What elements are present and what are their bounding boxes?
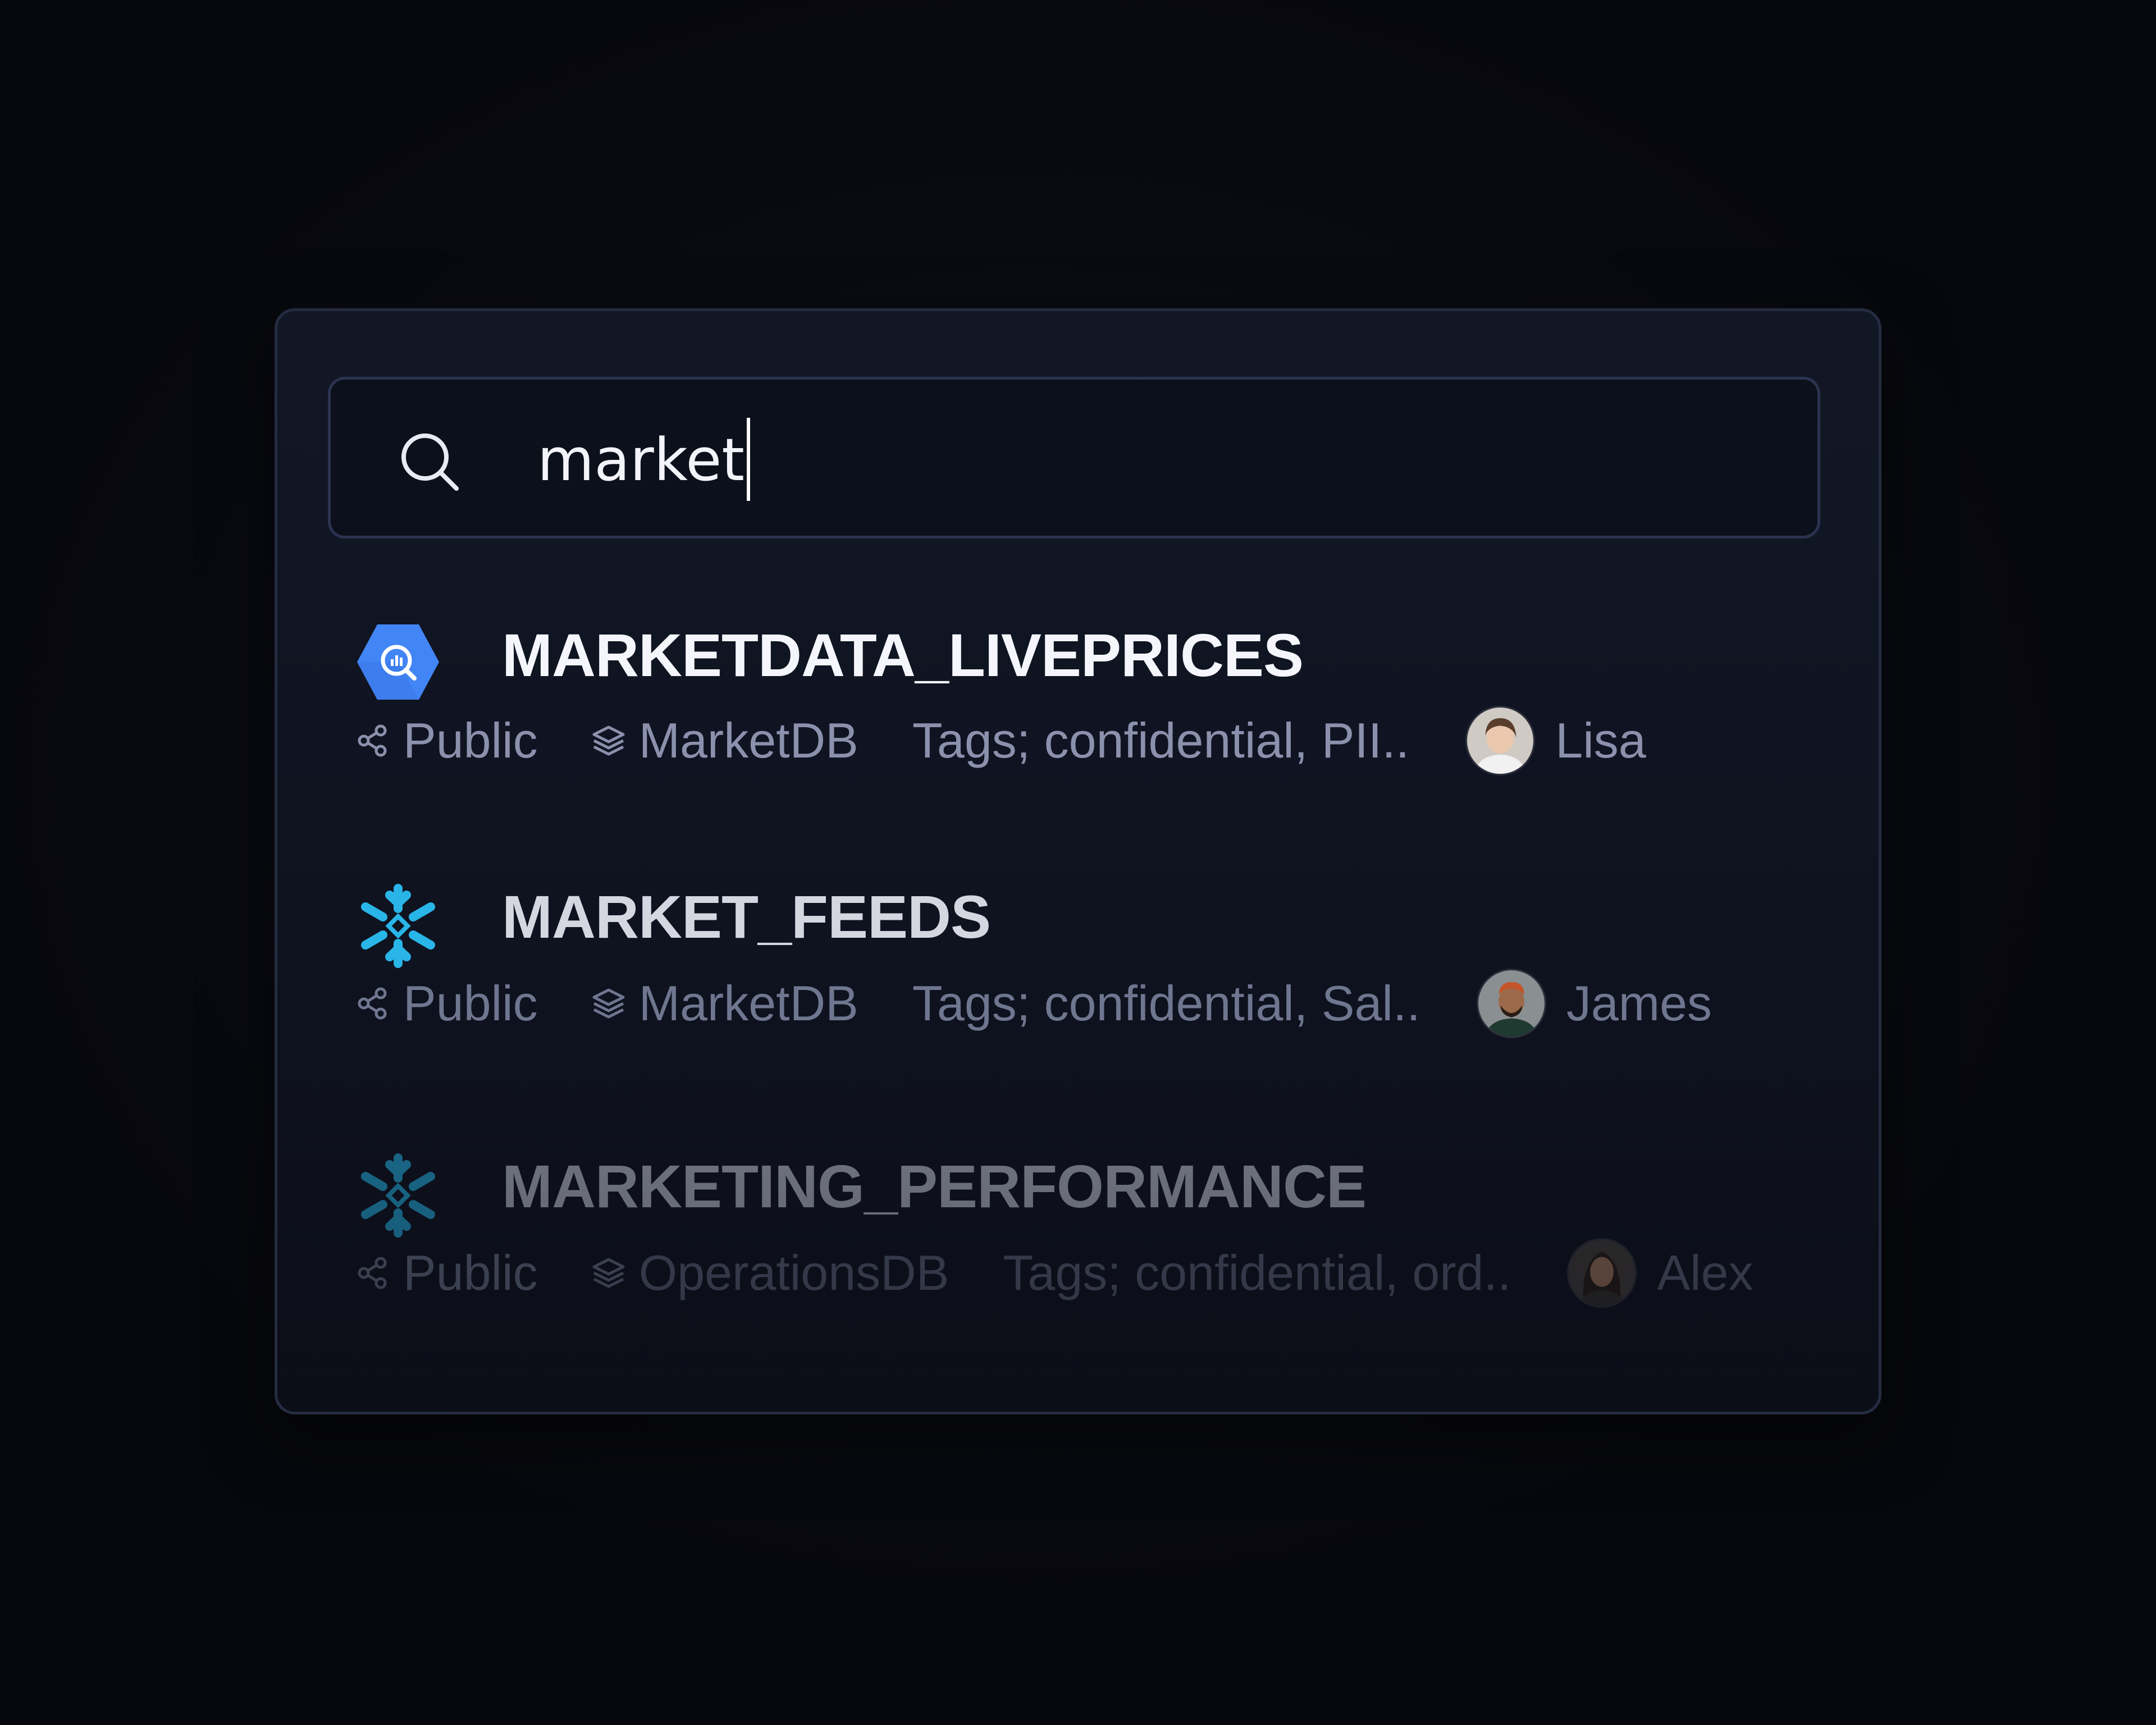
visibility: Public [356,1244,538,1302]
result-item[interactable]: MARKET_FEEDS Public MarketDB Tags; confi… [277,873,1879,1097]
visibility: Public [356,975,538,1032]
text-caret [747,418,751,501]
owner[interactable]: Lisa [1465,706,1646,775]
snowflake-icon [361,884,435,968]
avatar [1465,706,1536,775]
tags: Tags; confidential, Sal.. [912,975,1420,1031]
result-item[interactable]: MARKETDATA_LIVEPRICES Public MarketDB Ta… [277,603,1879,828]
result-title[interactable]: MARKETDATA_LIVEPRICES [502,620,1304,690]
result-meta: Public MarketDB Tags; confidential, PII.… [356,704,1646,777]
owner-name: Alex [1657,1245,1753,1300]
layers-icon [592,988,625,1019]
visibility: Public [356,712,538,769]
share-icon [358,724,387,757]
owner[interactable]: Alex [1567,1238,1753,1308]
database: MarketDB [592,975,858,1032]
layers-icon [592,725,625,756]
database: MarketDB [592,712,858,769]
result-title[interactable]: MARKETING_PERFORMANCE [502,1151,1367,1221]
avatar [1476,969,1546,1038]
share-icon [358,987,387,1020]
database-label: MarketDB [638,713,858,768]
snowflake-icon [361,1153,435,1238]
share-icon [358,1257,387,1289]
owner-name: James [1566,975,1712,1031]
search-input[interactable]: market [537,418,751,502]
owner[interactable]: James [1476,969,1712,1038]
result-item[interactable]: MARKETING_PERFORMANCE Public OperationsD… [277,1142,1879,1367]
avatar [1567,1238,1637,1308]
visibility-label: Public [403,975,538,1031]
search-query: market [537,426,745,494]
owner-name: Lisa [1555,713,1646,768]
visibility-label: Public [403,1245,538,1300]
layers-icon [592,1258,625,1288]
search-box[interactable]: market [328,377,1820,539]
bigquery-icon [357,624,439,700]
visibility-label: Public [403,713,538,768]
database: OperationsDB [592,1244,949,1302]
database-label: MarketDB [638,975,858,1031]
search-results-panel: market MARKETDATA_LIVEPRICES Public Mark… [275,308,1881,1414]
result-meta: Public MarketDB Tags; confidential, Sal.… [356,967,1712,1040]
result-title[interactable]: MARKET_FEEDS [502,882,991,952]
database-label: OperationsDB [638,1245,949,1300]
tags: Tags; confidential, PII.. [912,713,1410,768]
tags: Tags; confidential, ord.. [1003,1245,1511,1300]
result-meta: Public OperationsDB Tags; confidential, … [356,1236,1753,1309]
search-icon [401,433,459,491]
